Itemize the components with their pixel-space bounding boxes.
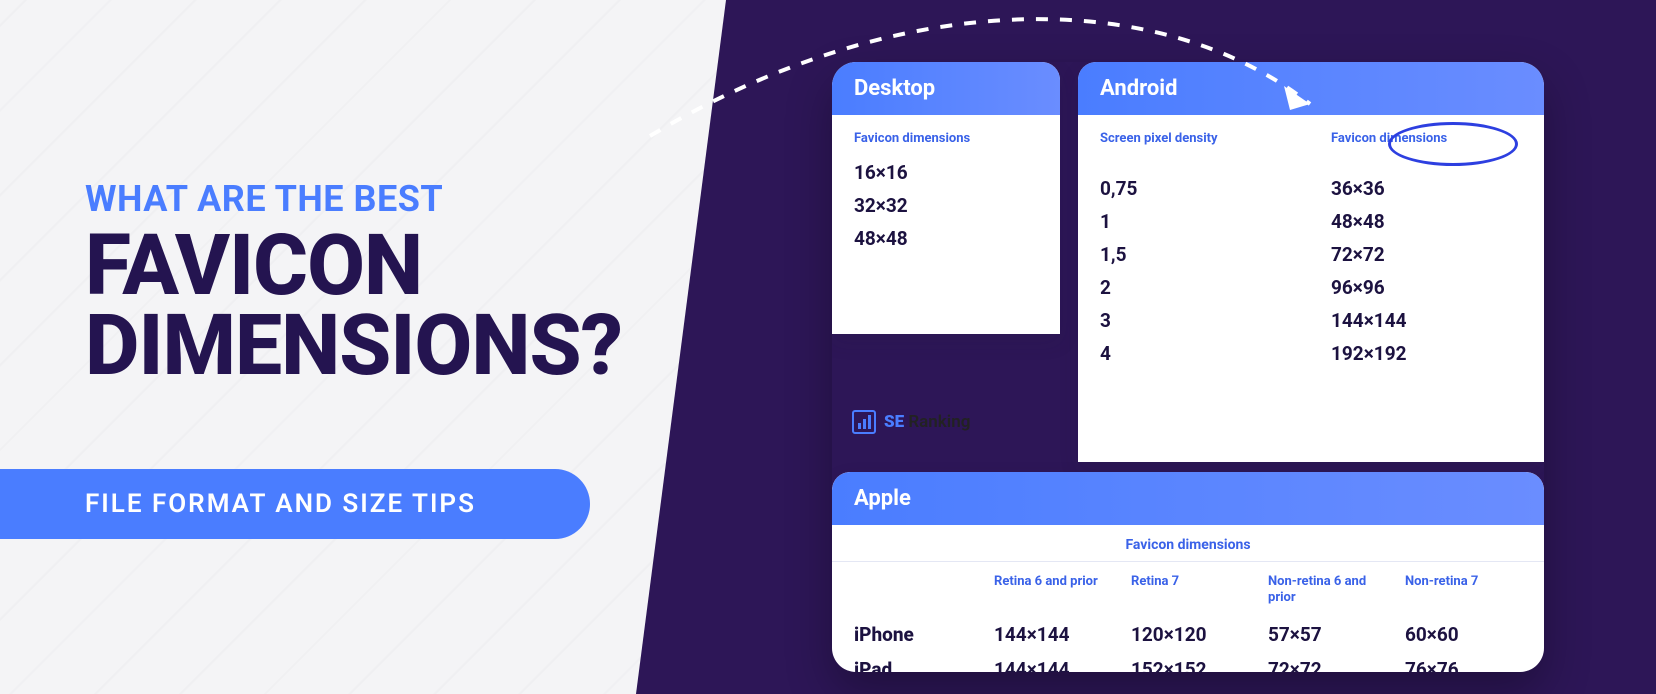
bar-chart-icon <box>852 410 876 434</box>
android-dimension: 72×72 <box>1331 243 1522 266</box>
headline-line-1: FAVICON <box>85 226 622 306</box>
android-density: 3 <box>1100 309 1291 332</box>
apple-card-header: Apple <box>832 472 1544 525</box>
desktop-value: 48×48 <box>854 227 1038 250</box>
apple-row-label: iPad <box>854 652 974 672</box>
android-dimension: 48×48 <box>1331 210 1522 233</box>
android-dimension: 144×144 <box>1331 309 1522 332</box>
apple-cell: 72×72 <box>1268 652 1385 672</box>
android-dimension: 96×96 <box>1331 276 1522 299</box>
apple-cell: 152×152 <box>1131 652 1248 672</box>
android-density: 0,75 <box>1100 177 1291 200</box>
apple-col-header: Retina 6 and prior <box>994 574 1111 617</box>
apple-cell: 76×76 <box>1405 652 1522 672</box>
apple-row-label: iPhone <box>854 617 974 652</box>
apple-cell: 144×144 <box>994 652 1111 672</box>
se-ranking-badge: SE Ranking <box>842 404 980 440</box>
desktop-card: Desktop Favicon dimensions 16×16 32×32 4… <box>832 62 1060 334</box>
android-dimension: 36×36 <box>1331 177 1522 200</box>
android-density: 1,5 <box>1100 243 1291 266</box>
desktop-value: 16×16 <box>854 161 1038 184</box>
apple-col-header: Non-retina 6 and prior <box>1268 574 1385 617</box>
android-density: 4 <box>1100 342 1291 365</box>
subtitle-text: FILE FORMAT AND SIZE TIPS <box>85 489 476 519</box>
apple-cell: 57×57 <box>1268 617 1385 652</box>
android-col1-label: Screen pixel density <box>1100 131 1291 163</box>
kicker-text: WHAT ARE THE BEST <box>85 178 622 220</box>
android-card-header: Android <box>1078 62 1544 115</box>
apple-cell: 120×120 <box>1131 617 1248 652</box>
headline-line-2: DIMENSIONS? <box>85 306 622 386</box>
apple-cell: 60×60 <box>1405 617 1522 652</box>
apple-card: Apple Favicon dimensions Retina 6 and pr… <box>832 472 1544 672</box>
apple-col-header: Retina 7 <box>1131 574 1248 617</box>
android-density: 1 <box>1100 210 1291 233</box>
apple-cell: 144×144 <box>994 617 1111 652</box>
headline-block: WHAT ARE THE BEST FAVICON DIMENSIONS? <box>85 178 622 386</box>
android-dimension: 192×192 <box>1331 342 1522 365</box>
tables-panel: Desktop Favicon dimensions 16×16 32×32 4… <box>832 62 1544 672</box>
se-ranking-text: SE Ranking <box>884 412 970 432</box>
desktop-column-label: Favicon dimensions <box>854 131 1038 147</box>
android-card: Android Screen pixel density 0,75 1 1,5 … <box>1078 62 1544 462</box>
android-density: 2 <box>1100 276 1291 299</box>
desktop-value: 32×32 <box>854 194 1038 217</box>
android-col2-label: Favicon dimensions <box>1331 131 1522 163</box>
subtitle-pill: FILE FORMAT AND SIZE TIPS <box>0 469 590 539</box>
desktop-card-header: Desktop <box>832 62 1060 115</box>
apple-subheader: Favicon dimensions <box>832 525 1544 562</box>
apple-col-header: Non-retina 7 <box>1405 574 1522 617</box>
